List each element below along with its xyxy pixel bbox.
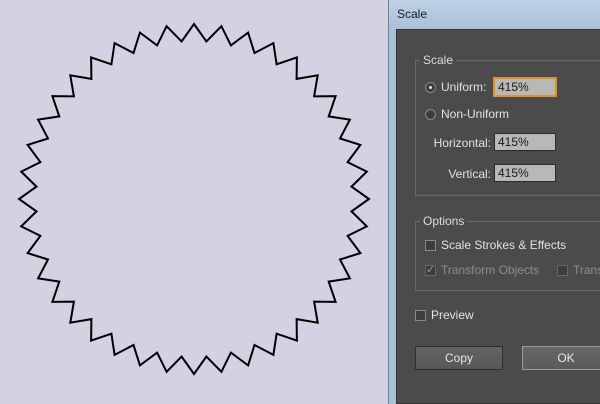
scale-strokes-checkbox[interactable] [425, 240, 436, 251]
uniform-label[interactable]: Uniform: [441, 80, 486, 94]
dialog-title: Scale [397, 7, 428, 21]
radio-selected-dot [429, 86, 432, 89]
transform-objects-label[interactable]: Transform Objects [441, 263, 539, 277]
dialog-body: Scale Uniform: 415% Non-Uniform Horizont… [396, 29, 600, 404]
artboard-canvas[interactable] [0, 0, 388, 404]
horizontal-scale-input[interactable]: 415% [494, 133, 556, 151]
uniform-radio[interactable] [425, 82, 436, 93]
vertical-scale-input[interactable]: 415% [494, 164, 556, 182]
non-uniform-label[interactable]: Non-Uniform [441, 107, 509, 121]
scale-group-label: Scale [420, 53, 457, 67]
transform-patterns-label[interactable]: Trans [573, 263, 600, 277]
dialog-title-bar[interactable]: Scale [389, 0, 600, 28]
zigzag-star-shape[interactable] [0, 0, 388, 404]
options-group [415, 221, 600, 291]
preview-checkbox[interactable] [415, 310, 426, 321]
ok-button[interactable]: OK [522, 346, 600, 370]
non-uniform-radio[interactable] [425, 109, 436, 120]
options-group-label: Options [420, 214, 468, 228]
horizontal-label: Horizontal: [433, 136, 491, 150]
scale-dialog: Scale Scale Uniform: 415% Non-Uniform Ho… [388, 0, 600, 404]
copy-button[interactable]: Copy [415, 346, 503, 370]
uniform-scale-input[interactable]: 415% [494, 78, 556, 96]
scale-strokes-label[interactable]: Scale Strokes & Effects [441, 238, 566, 252]
vertical-label: Vertical: [448, 167, 491, 181]
checkmark-icon: ✓ [426, 264, 436, 276]
preview-label[interactable]: Preview [431, 308, 474, 322]
transform-objects-checkbox[interactable]: ✓ [425, 264, 436, 276]
transform-patterns-checkbox[interactable] [557, 265, 568, 276]
